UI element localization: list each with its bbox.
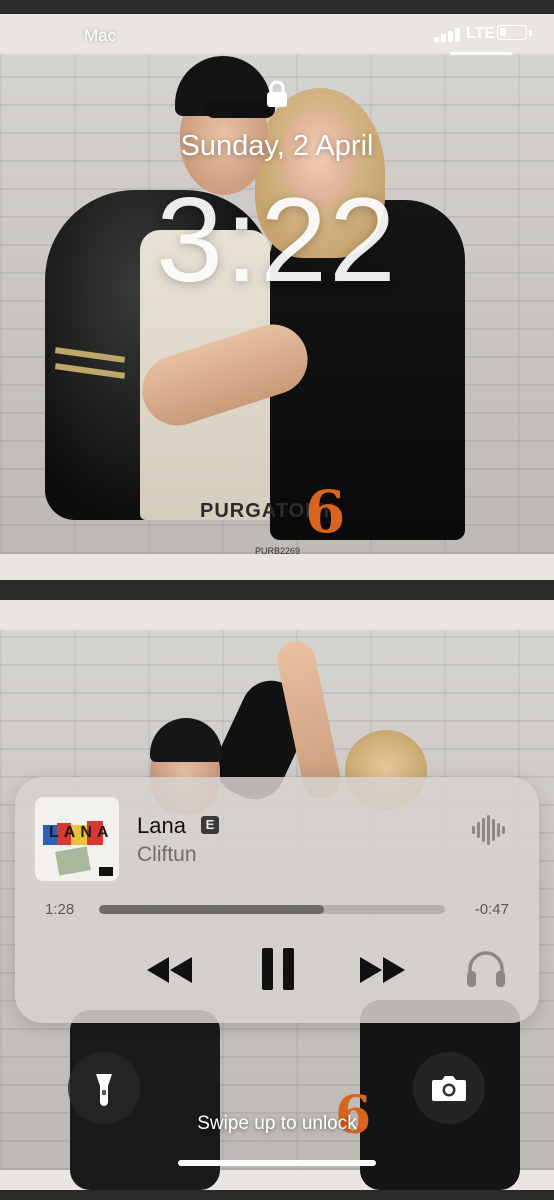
control-center-indicator[interactable]: [450, 52, 512, 55]
now-playing-widget[interactable]: LANA Lana E Cliftun 1:28 -0:47: [15, 777, 539, 1023]
event-logo-number: 6: [305, 478, 346, 546]
cellular-signal-icon: [434, 26, 464, 42]
lock-time: 3:22: [156, 173, 398, 307]
battery-level: [500, 28, 506, 36]
battery-cap: [529, 30, 532, 36]
person-one-cap-bill: [205, 100, 275, 118]
lock-date: Sunday, 2 April: [180, 130, 374, 162]
lock-icon: [266, 80, 288, 108]
song-title: Lana: [137, 813, 186, 838]
pause-button[interactable]: [258, 947, 298, 991]
waveform-icon: [471, 813, 505, 847]
explicit-badge: E: [201, 816, 219, 834]
rewind-icon: [147, 957, 192, 983]
airpods-icon: [467, 951, 505, 987]
rewind-button[interactable]: [145, 955, 195, 985]
pause-icon: [262, 948, 294, 990]
network-type: LTE: [466, 25, 496, 42]
status-bar: Mac LTE: [0, 0, 554, 60]
swipe-up-hint: Swipe up to unlock: [197, 1113, 357, 1134]
carrier-label: Mac: [84, 26, 117, 45]
artwork-money: [55, 846, 91, 876]
fast-forward-button[interactable]: [357, 955, 407, 985]
playback-progress: [99, 905, 324, 914]
battery-icon: [497, 25, 527, 40]
artist-name: Cliftun: [137, 843, 197, 866]
fast-forward-icon: [360, 957, 405, 983]
elapsed-time: 1:28: [45, 901, 75, 918]
photo-code: PURB2269: [255, 546, 301, 556]
home-indicator[interactable]: [178, 1160, 376, 1166]
album-artwork[interactable]: LANA: [35, 797, 119, 881]
parental-advisory-label: [99, 867, 113, 876]
remaining-time: -0:47: [474, 901, 509, 918]
audio-output-button[interactable]: [464, 947, 508, 991]
playback-scrubber[interactable]: [99, 905, 445, 914]
artwork-text: LANA: [49, 824, 114, 841]
